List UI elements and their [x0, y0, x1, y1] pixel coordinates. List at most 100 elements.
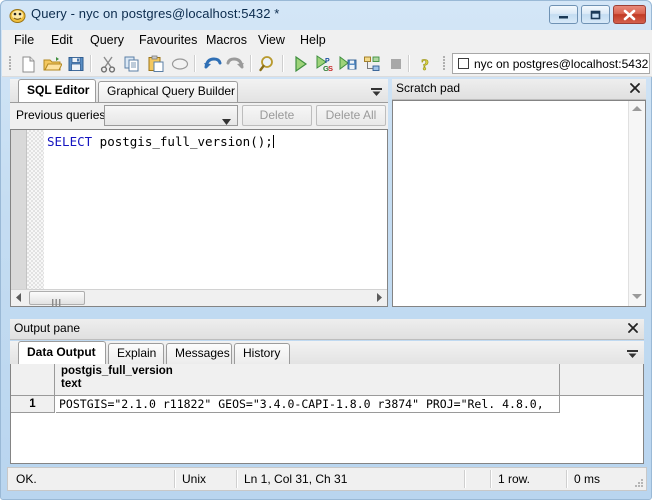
paste-icon[interactable] — [146, 54, 166, 74]
grid-header-filler — [561, 364, 643, 395]
open-file-icon[interactable] — [42, 54, 62, 74]
horizontal-scroll-thumb[interactable] — [29, 291, 85, 305]
sql-expression: postgis_full_version(); — [92, 134, 273, 149]
resize-grip-icon[interactable] — [632, 477, 644, 489]
tab-history[interactable]: History — [234, 343, 290, 364]
grid-header-row: postgis_full_version text — [11, 364, 643, 396]
window-title: Query - nyc on postgres@localhost:5432 * — [31, 6, 279, 21]
connection-checkbox[interactable] — [458, 58, 469, 69]
clear-icon[interactable] — [170, 54, 190, 74]
menu-help[interactable]: Help — [294, 32, 332, 49]
close-icon[interactable] — [626, 321, 640, 335]
delete-button[interactable]: Delete — [242, 105, 312, 126]
minimize-button[interactable] — [549, 5, 578, 24]
menu-bar: File Edit Query Favourites Macros View H… — [2, 30, 652, 52]
toolbar-grip[interactable] — [8, 55, 12, 72]
line-ending: Unix — [176, 468, 236, 490]
editor-horizontal-scrollbar[interactable] — [11, 289, 387, 306]
chevron-down-icon[interactable] — [371, 86, 382, 95]
scratch-pad-title: Scratch pad — [396, 81, 460, 95]
undo-icon[interactable] — [202, 54, 222, 74]
sql-editor-text[interactable]: SELECT postgis_full_version(); — [47, 134, 274, 149]
scroll-down-arrow-icon[interactable] — [631, 290, 643, 304]
grid-column-name: postgis_full_version — [61, 365, 173, 377]
execute-to-file-icon[interactable] — [338, 54, 358, 74]
tab-messages[interactable]: Messages — [166, 343, 232, 364]
sql-editor-area[interactable]: SELECT postgis_full_version(); — [10, 129, 388, 307]
table-row[interactable]: 1 POSTGIS="2.1.0 r11822" GEOS="3.4.0-CAP… — [11, 396, 643, 413]
menu-view[interactable]: View — [252, 32, 291, 49]
scroll-right-arrow-icon[interactable] — [371, 290, 387, 305]
cursor-position: Ln 1, Col 31, Ch 31 — [238, 468, 462, 490]
text-caret — [273, 135, 274, 148]
connection-selector[interactable]: nyc on postgres@localhost:5432 — [452, 53, 650, 74]
query-window: Query - nyc on postgres@localhost:5432 *… — [0, 0, 652, 500]
status-message: OK. — [10, 468, 174, 490]
copy-icon[interactable] — [122, 54, 142, 74]
menu-favourites[interactable]: Favourites — [133, 32, 203, 49]
maximize-button[interactable] — [581, 5, 610, 24]
data-output-grid[interactable]: postgis_full_version text 1 POSTGIS="2.1… — [10, 364, 644, 464]
tab-explain[interactable]: Explain — [108, 343, 164, 364]
connection-label: nyc on postgres@localhost:5432 — [474, 57, 648, 71]
delete-all-button[interactable]: Delete All — [316, 105, 386, 126]
scratch-pad-textarea[interactable] — [392, 100, 646, 307]
redo-icon[interactable] — [226, 54, 246, 74]
help-icon[interactable]: ? — [416, 54, 436, 74]
sql-tab-strip: SQL Editor Graphical Query Builder — [10, 79, 388, 103]
status-divider — [464, 470, 466, 488]
chevron-down-icon[interactable] — [627, 348, 638, 357]
sql-editor-panel: SQL Editor Graphical Query Builder Previ… — [10, 79, 388, 307]
row-value[interactable]: POSTGIS="2.1.0 r11822" GEOS="3.4.0-CAPI-… — [56, 396, 560, 413]
explain-query-icon[interactable] — [362, 54, 382, 74]
tab-graphical-query-builder[interactable]: Graphical Query Builder — [98, 81, 238, 102]
output-tab-strip: Data Output Explain Messages History — [10, 341, 644, 365]
scratch-pad-header: Scratch pad — [392, 79, 646, 100]
execute-query-icon[interactable] — [290, 54, 310, 74]
menu-file[interactable]: File — [8, 32, 40, 49]
toolbar-separator — [282, 55, 284, 72]
toolbar-grip[interactable] — [442, 55, 446, 72]
scroll-up-arrow-icon[interactable] — [631, 103, 643, 117]
save-icon[interactable] — [66, 54, 86, 74]
scratch-pad-vertical-scrollbar[interactable] — [628, 101, 645, 306]
toolbar-separator — [250, 55, 252, 72]
scroll-left-arrow-icon[interactable] — [11, 290, 27, 305]
chevron-down-icon — [222, 114, 231, 120]
close-button[interactable] — [613, 5, 646, 24]
grid-column-type: text — [61, 378, 81, 390]
output-pane-title: Output pane — [14, 321, 80, 335]
toolbar: P G S — [2, 51, 652, 77]
grid-corner-cell[interactable] — [11, 364, 55, 395]
toolbar-separator — [408, 55, 410, 72]
previous-queries-label: Previous queries — [16, 108, 105, 122]
tab-data-output[interactable]: Data Output — [18, 341, 106, 364]
title-bar: Query - nyc on postgres@localhost:5432 * — [1, 1, 652, 30]
svg-text:S: S — [328, 64, 333, 73]
scratch-pad-panel: Scratch pad — [392, 79, 646, 307]
output-pane: Output pane Data Output Explain Messages… — [10, 319, 644, 464]
query-window-icon — [9, 7, 26, 24]
tab-sql-editor[interactable]: SQL Editor — [18, 79, 96, 102]
elapsed-time: 0 ms — [568, 468, 638, 490]
upper-area: SQL Editor Graphical Query Builder Previ… — [2, 76, 652, 312]
previous-queries-combo[interactable] — [104, 105, 238, 126]
svg-text:?: ? — [421, 57, 429, 74]
grid-column-header[interactable]: postgis_full_version text — [56, 364, 560, 395]
row-number[interactable]: 1 — [11, 396, 55, 413]
cut-icon[interactable] — [98, 54, 118, 74]
row-count: 1 row. — [492, 468, 566, 490]
output-pane-header: Output pane — [10, 319, 644, 340]
status-bar: OK. Unix Ln 1, Col 31, Ch 31 1 row. 0 ms — [7, 467, 647, 491]
close-icon[interactable] — [628, 81, 642, 95]
execute-pgscript-icon[interactable]: P G S — [314, 54, 334, 74]
menu-edit[interactable]: Edit — [45, 32, 79, 49]
menu-query[interactable]: Query — [84, 32, 130, 49]
scroll-thumb-grip-icon — [52, 295, 62, 302]
editor-gutter — [11, 130, 27, 290]
menu-macros[interactable]: Macros — [200, 32, 253, 49]
stop-icon[interactable] — [386, 54, 406, 74]
find-icon[interactable] — [258, 54, 278, 74]
toolbar-separator — [194, 55, 196, 72]
new-file-icon[interactable] — [18, 54, 38, 74]
